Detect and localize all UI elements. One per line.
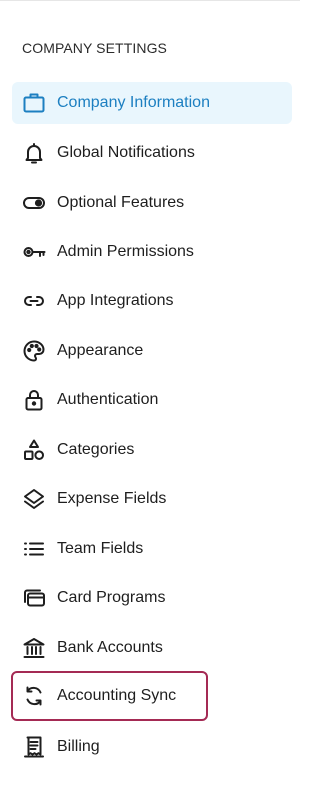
section-title: COMPANY SETTINGS — [22, 40, 167, 56]
nav-item-expense-fields[interactable]: Expense Fields — [12, 478, 292, 520]
nav-item-label: Bank Accounts — [57, 639, 163, 656]
nav-item-company-information[interactable]: Company Information — [12, 82, 292, 124]
bell-icon — [20, 139, 48, 167]
nav-item-global-notifications[interactable]: Global Notifications — [12, 132, 292, 174]
cards-icon — [20, 584, 48, 612]
nav-item-label: Card Programs — [57, 589, 166, 606]
layers-icon — [20, 485, 48, 513]
nav-item-label: Global Notifications — [57, 144, 195, 161]
nav-item-billing[interactable]: Billing — [12, 726, 292, 768]
nav-item-label: Categories — [57, 441, 135, 458]
key-icon — [20, 238, 48, 266]
nav-item-label: Authentication — [57, 391, 159, 408]
link-icon — [20, 287, 48, 315]
briefcase-icon — [20, 89, 48, 117]
nav-item-label: Admin Permissions — [57, 243, 194, 260]
nav-item-optional-features[interactable]: Optional Features — [12, 182, 292, 224]
nav-item-label: App Integrations — [57, 292, 174, 309]
shapes-icon — [20, 436, 48, 464]
nav-item-label: Company Information — [57, 94, 210, 111]
settings-sidebar: COMPANY SETTINGS Company Information Glo… — [0, 0, 312, 789]
nav-item-label: Billing — [57, 738, 100, 755]
sync-icon — [20, 682, 48, 710]
nav-item-app-integrations[interactable]: App Integrations — [12, 280, 292, 322]
nav-item-bank-accounts[interactable]: Bank Accounts — [12, 627, 292, 669]
nav-item-label: Expense Fields — [57, 490, 167, 507]
list-icon — [20, 535, 48, 563]
toggle-icon — [20, 189, 48, 217]
palette-icon — [20, 337, 48, 365]
nav-item-label: Accounting Sync — [57, 687, 177, 704]
bank-icon — [20, 634, 48, 662]
nav-item-card-programs[interactable]: Card Programs — [12, 577, 292, 619]
nav-item-authentication[interactable]: Authentication — [12, 379, 292, 421]
nav-item-label: Appearance — [57, 342, 144, 359]
nav-item-label: Team Fields — [57, 540, 144, 557]
lock-icon — [20, 386, 48, 414]
top-divider — [0, 0, 300, 1]
nav-item-accounting-sync[interactable]: Accounting Sync — [11, 671, 208, 721]
nav-item-admin-permissions[interactable]: Admin Permissions — [12, 231, 292, 273]
nav-item-appearance[interactable]: Appearance — [12, 330, 292, 372]
nav-item-label: Optional Features — [57, 194, 185, 211]
nav-item-team-fields[interactable]: Team Fields — [12, 528, 292, 570]
nav-item-categories[interactable]: Categories — [12, 429, 292, 471]
receipt-icon — [20, 733, 48, 761]
